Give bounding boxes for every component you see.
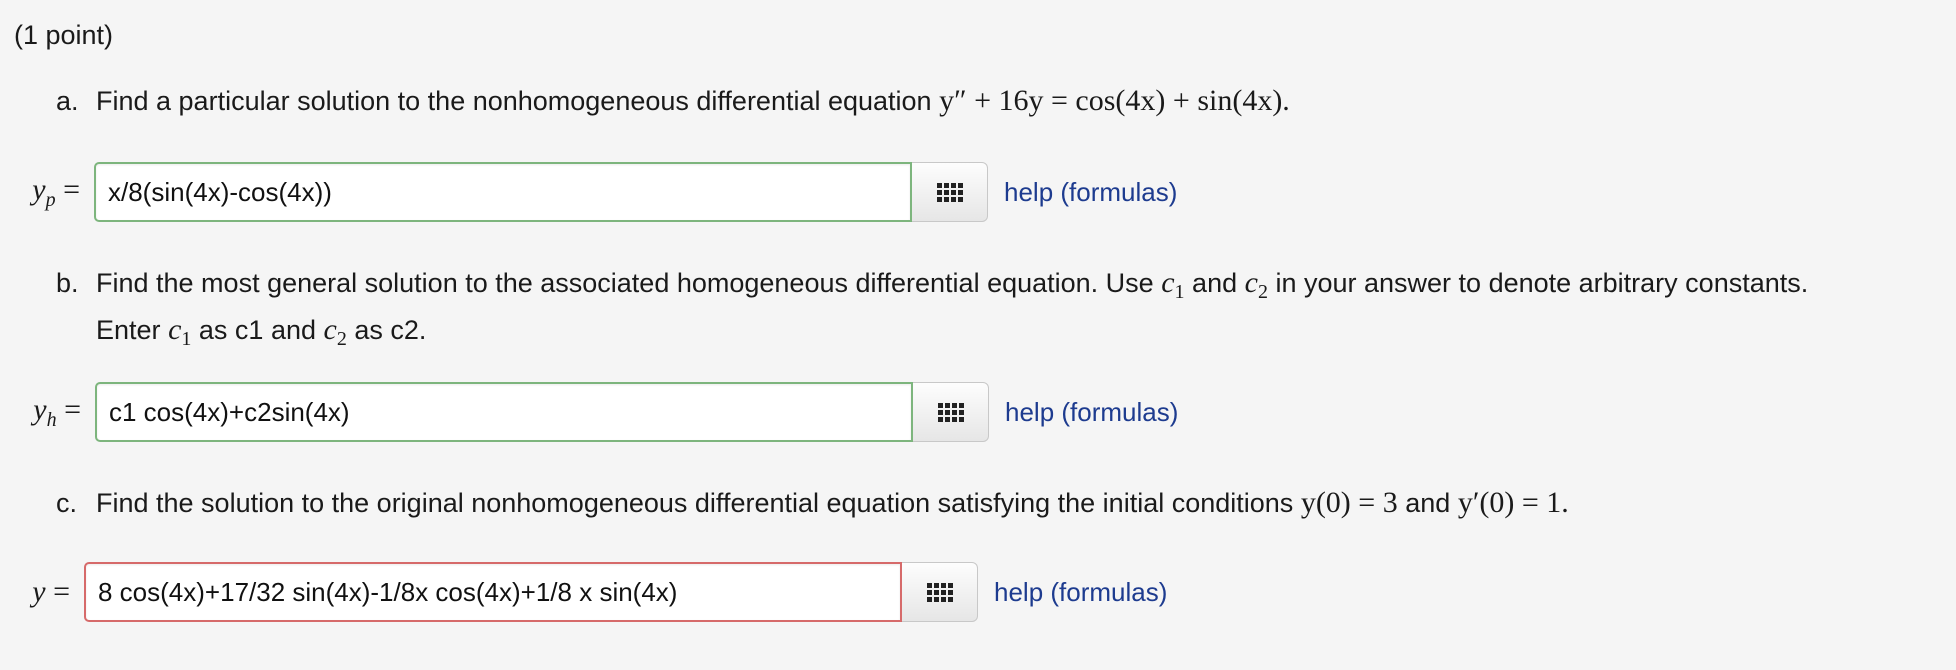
part-c-letter: c. [56, 488, 78, 518]
part-a-equation-editor-button[interactable] [912, 162, 988, 222]
part-c-help-link[interactable]: help (formulas) [994, 577, 1167, 608]
part-b-c2: c2 [1244, 266, 1268, 303]
grid-icon [926, 582, 953, 602]
part-a-equation: y″ + 16y = cos(4x) + sin(4x). [939, 84, 1290, 117]
part-b-answer-input[interactable]: c1 cos(4x)+c2sin(4x) [95, 382, 913, 442]
part-b-help-link[interactable]: help (formulas) [1005, 397, 1178, 428]
part-b-c1-2: c1 [168, 313, 192, 350]
part-b-and: and [1192, 268, 1238, 298]
part-a-help-link[interactable]: help (formulas) [1004, 177, 1177, 208]
grid-icon [937, 402, 964, 422]
part-b-letter: b. [56, 268, 79, 298]
part-b-c2-2: c2 [323, 313, 347, 350]
part-c-cond2: y′(0) = 1. [1457, 486, 1569, 519]
part-b-prompt: b. Find the most general solution to the … [56, 264, 1808, 358]
part-b-as-c2: as c2. [354, 315, 427, 345]
point-value: (1 point) [14, 20, 114, 50]
part-a-prompt: a. Find a particular solution to the nonh… [56, 82, 1290, 120]
part-b-text-2: in your answer to denote arbitrary const… [1275, 268, 1809, 298]
part-b-as-c1: as c1 and [198, 315, 316, 345]
part-a-letter: a. [56, 86, 79, 116]
part-a-text: Find a particular solution to the nonhom… [96, 86, 932, 116]
part-b-text-1: Find the most general solution to the as… [96, 268, 1154, 298]
part-b-enter: Enter [96, 315, 161, 345]
part-b-equation-editor-button[interactable] [913, 382, 989, 442]
part-a-lhs: yp = [32, 172, 80, 211]
grid-icon [936, 182, 963, 202]
part-c-text: Find the solution to the original nonhom… [96, 488, 1294, 518]
part-c-answer-row: y = 8 cos(4x)+17/32 sin(4x)-1/8x cos(4x)… [4, 562, 1167, 622]
part-b-lhs: yh = [33, 392, 81, 431]
part-a-answer-input[interactable]: x/8(sin(4x)-cos(4x)) [94, 162, 912, 222]
part-c-and: and [1405, 488, 1451, 518]
part-c-prompt: c. Find the solution to the original nonh… [56, 484, 1569, 522]
part-c-equation-editor-button[interactable] [902, 562, 978, 622]
part-b-c1: c1 [1161, 266, 1185, 303]
part-c-answer-input[interactable]: 8 cos(4x)+17/32 sin(4x)-1/8x cos(4x)+1/8… [84, 562, 902, 622]
part-c-cond1: y(0) = 3 [1300, 486, 1398, 519]
part-b-line-2: Enter c1 as c1 and c2 as c2. [56, 311, 1808, 358]
problem-page: (1 point) a. Find a particular solution t… [0, 0, 1956, 670]
part-b-answer-row: yh = c1 cos(4x)+c2sin(4x) help (formulas… [15, 382, 1178, 442]
part-a-answer-row: yp = x/8(sin(4x)-cos(4x)) help (formulas… [14, 162, 1177, 222]
part-c-lhs: y = [32, 575, 70, 608]
